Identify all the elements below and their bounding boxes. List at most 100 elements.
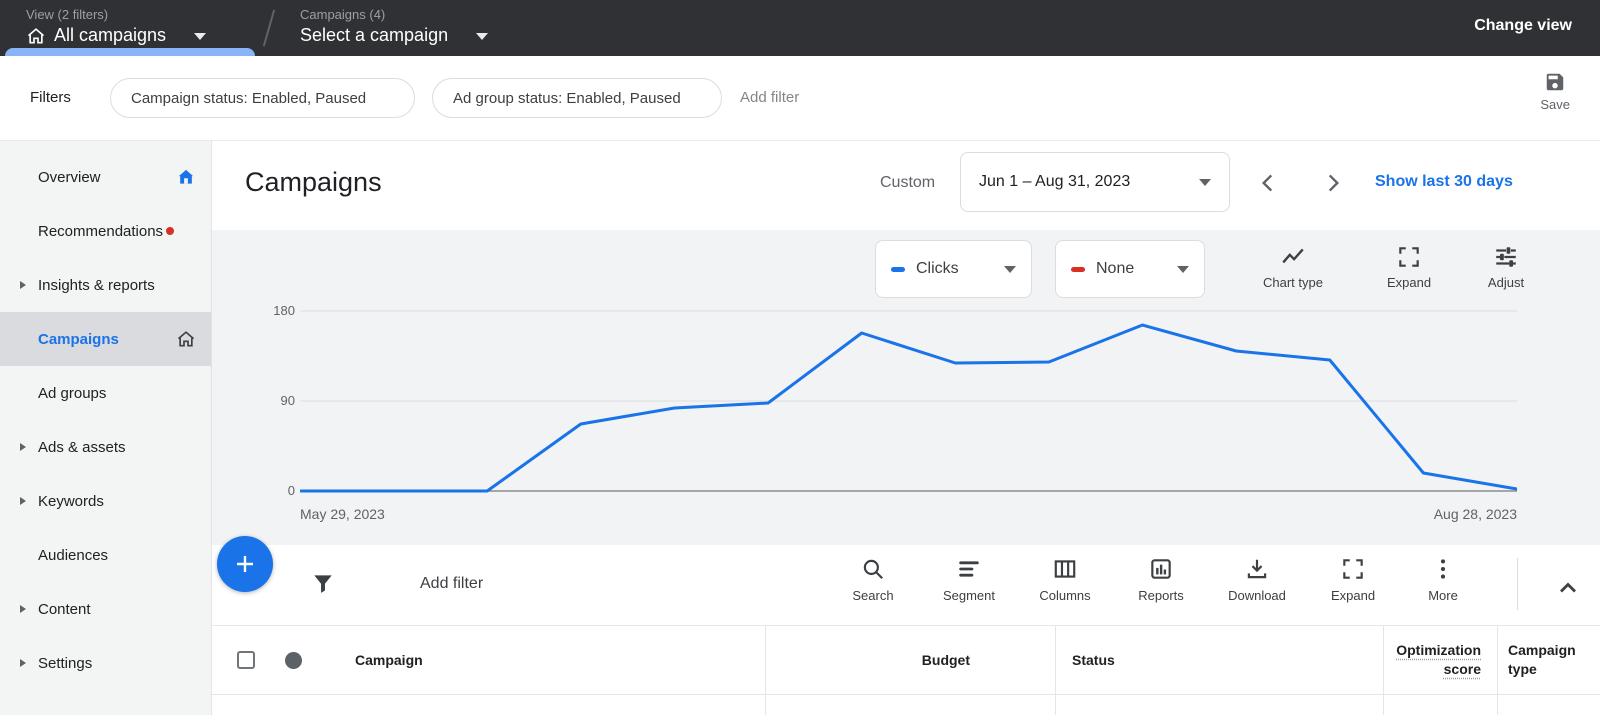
column-label: Budget (922, 652, 970, 668)
columns-button[interactable]: Columns (1017, 556, 1113, 603)
campaign-selector-label: Campaigns (4) (300, 7, 488, 22)
metric-1-value: Clicks (916, 260, 959, 278)
sidebar-item-overview[interactable]: Overview (0, 150, 211, 204)
action-label: Download (1228, 588, 1286, 603)
page-title: Campaigns (245, 167, 382, 198)
active-tab-indicator (5, 48, 255, 56)
metric-1-select[interactable]: Clicks (875, 240, 1032, 298)
chevron-down-icon (1177, 266, 1189, 273)
action-label: Search (852, 588, 893, 603)
campaign-type-column-header[interactable]: Campaign type (1498, 626, 1600, 694)
sidebar-item-insights-reports[interactable]: Insights & reports (0, 258, 211, 312)
chart-type-button[interactable]: Chart type (1245, 244, 1341, 290)
expand-chart-button[interactable]: Expand (1361, 244, 1457, 290)
expand-label: Expand (1387, 275, 1431, 290)
table-toolbar: Add filter Search Segment Columns (212, 545, 1600, 626)
save-icon (1544, 71, 1566, 93)
date-range-picker[interactable]: Jun 1 – Aug 31, 2023 (960, 152, 1230, 212)
campaign-selector[interactable]: Campaigns (4) Select a campaign (300, 7, 488, 46)
sidebar-item-label: Settings (38, 655, 92, 672)
sidebar-item-label: Content (38, 601, 91, 618)
filters-label: Filters (30, 89, 71, 106)
main-panel: Campaigns Custom Jun 1 – Aug 31, 2023 Sh… (212, 141, 1600, 715)
action-label: Segment (943, 588, 995, 603)
sidebar-item-label: Insights & reports (38, 277, 155, 294)
campaigns-table-header: Campaign Budget Status Optimization scor… (212, 626, 1600, 695)
sidebar-item-keywords[interactable]: Keywords (0, 474, 211, 528)
metric-2-select[interactable]: None (1055, 240, 1205, 298)
view-selector[interactable]: View (2 filters) All campaigns (26, 7, 206, 46)
table-row[interactable] (212, 695, 1600, 715)
add-filter-link[interactable]: Add filter (740, 89, 799, 106)
date-range-mode-label: Custom (880, 174, 935, 192)
select-all-checkbox[interactable] (237, 651, 255, 669)
more-button[interactable]: More (1401, 556, 1485, 603)
column-label[interactable]: Campaign (355, 652, 423, 668)
chevron-right-icon (20, 605, 26, 613)
table-cell (1056, 695, 1384, 715)
expand-icon (1396, 244, 1422, 270)
action-label: More (1428, 588, 1458, 603)
show-last-30-days-link[interactable]: Show last 30 days (1375, 173, 1513, 191)
clicks-line-chart[interactable] (300, 308, 1517, 498)
home-blue-icon (176, 167, 196, 187)
segment-icon (956, 556, 982, 582)
view-selector-label: View (2 filters) (26, 7, 206, 22)
y-axis-tick-90: 90 (255, 393, 295, 408)
sidebar-item-label: Audiences (38, 547, 108, 564)
more-icon (1430, 556, 1456, 582)
chevron-down-icon (476, 33, 488, 40)
optimization-score-column-header[interactable]: Optimization score (1384, 626, 1498, 694)
chevron-up-icon[interactable] (1554, 574, 1582, 602)
action-label: Expand (1331, 588, 1375, 603)
table-actions: Search Segment Columns Reports (825, 556, 1485, 603)
funnel-icon[interactable] (310, 571, 336, 597)
save-label: Save (1540, 97, 1570, 112)
next-date-range-button[interactable] (1320, 170, 1346, 196)
sidebar-item-label: Campaigns (38, 331, 119, 348)
sidebar-item-ad-groups[interactable]: Ad groups (0, 366, 211, 420)
expand-table-button[interactable]: Expand (1305, 556, 1401, 603)
download-button[interactable]: Download (1209, 556, 1305, 603)
sidebar-item-content[interactable]: Content (0, 582, 211, 636)
sidebar-navigation: Overview Recommendations Insights & repo… (0, 141, 212, 715)
table-add-filter[interactable]: Add filter (420, 575, 483, 593)
table-cell (1384, 695, 1498, 715)
filter-bar: Filters Campaign status: Enabled, Paused… (0, 56, 1600, 141)
chevron-right-icon (20, 281, 26, 289)
home-gray-icon (176, 329, 196, 349)
chevron-down-icon (194, 33, 206, 40)
search-button[interactable]: Search (825, 556, 921, 603)
save-button[interactable]: Save (1540, 71, 1570, 112)
change-view-button[interactable]: Change view (1474, 17, 1572, 35)
sidebar-item-ads-assets[interactable]: Ads & assets (0, 420, 211, 474)
sidebar-item-recommendations[interactable]: Recommendations (0, 204, 211, 258)
table-cell (766, 695, 1056, 715)
campaign-status-filter-chip[interactable]: Campaign status: Enabled, Paused (110, 78, 415, 118)
column-label: Optimization score (1384, 641, 1481, 679)
home-icon (26, 26, 46, 46)
segment-button[interactable]: Segment (921, 556, 1017, 603)
top-navigation-bar: View (2 filters) All campaigns Campaigns… (0, 0, 1600, 56)
sidebar-item-label: Overview (38, 169, 101, 186)
adgroup-status-filter-chip[interactable]: Ad group status: Enabled, Paused (432, 78, 722, 118)
search-icon (860, 556, 886, 582)
adjust-button[interactable]: Adjust (1458, 244, 1554, 290)
previous-date-range-button[interactable] (1255, 170, 1281, 196)
column-label: Campaign type (1508, 641, 1600, 679)
metric-2-value: None (1096, 260, 1134, 278)
status-filter-circle[interactable] (285, 652, 302, 669)
add-campaign-fab[interactable] (217, 536, 273, 592)
line-chart-icon (1280, 244, 1306, 270)
status-column-header[interactable]: Status (1056, 626, 1384, 694)
reports-button[interactable]: Reports (1113, 556, 1209, 603)
y-axis-tick-180: 180 (255, 303, 295, 318)
view-selector-value: All campaigns (54, 25, 166, 46)
sidebar-item-settings[interactable]: Settings (0, 636, 211, 690)
sidebar-item-campaigns[interactable]: Campaigns (0, 312, 211, 366)
table-cell (212, 695, 766, 715)
x-axis-start-label: May 29, 2023 (300, 506, 385, 522)
sidebar-item-audiences[interactable]: Audiences (0, 528, 211, 582)
budget-column-header[interactable]: Budget (766, 626, 1056, 694)
date-range-value: Jun 1 – Aug 31, 2023 (979, 173, 1130, 191)
